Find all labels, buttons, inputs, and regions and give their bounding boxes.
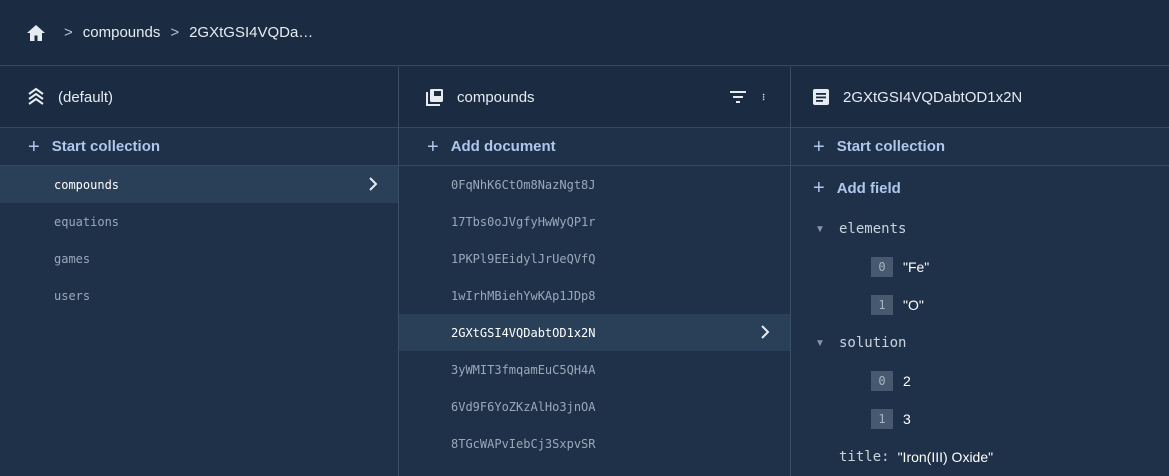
plus-icon: + — [427, 135, 439, 158]
document-id: 2GXtGSI4VQDabtOD1x2N — [451, 325, 596, 340]
collection-label: users — [54, 288, 91, 303]
database-panel-header: (default) — [0, 67, 398, 128]
database-icon — [28, 87, 44, 105]
collection-panel: compounds + Add document 0FqNhK6CtOm8Naz… — [398, 67, 790, 476]
breadcrumb-item-compounds[interactable]: compounds — [83, 24, 161, 41]
array-item[interactable]: 1 3 — [791, 400, 1169, 438]
document-id: 0FqNhK6CtOm8NazNgt8J — [451, 177, 596, 192]
field-title[interactable]: title: "Iron(III) Oxide" — [791, 438, 1169, 476]
plus-icon: + — [28, 135, 40, 158]
field-solution[interactable]: ▼ solution — [791, 324, 1169, 362]
array-item[interactable]: 0 2 — [791, 362, 1169, 400]
document-panel: 2GXtGSI4VQDabtOD1x2N + Start collection … — [790, 67, 1169, 476]
array-value: 3 — [903, 411, 911, 427]
array-index: 0 — [871, 257, 893, 277]
document-id: 17Tbs0oJVgfyHwWyQP1r — [451, 214, 596, 229]
array-index: 1 — [871, 409, 893, 429]
breadcrumb-item-document[interactable]: 2GXtGSI4VQDa… — [189, 24, 313, 41]
start-collection-label: Start collection — [836, 138, 946, 155]
plus-icon: + — [813, 135, 825, 158]
document-item-selected[interactable]: 2GXtGSI4VQDabtOD1x2N — [399, 314, 790, 351]
add-document-label: Add document — [450, 138, 556, 155]
start-collection-button[interactable]: + Start collection — [0, 128, 398, 166]
document-item[interactable]: 0FqNhK6CtOm8NazNgt8J — [399, 166, 790, 203]
array-value: "O" — [903, 297, 924, 313]
document-title: 2GXtGSI4VQDabtOD1x2N — [843, 88, 1023, 106]
database-panel: (default) + Start collection compounds e… — [0, 67, 398, 476]
add-field-button[interactable]: + Add field — [791, 166, 1169, 210]
plus-icon: + — [813, 177, 825, 199]
document-id: 6Vd9F6YoZKzAlHo3jnOA — [451, 399, 596, 414]
array-value: 2 — [903, 373, 911, 389]
collection-title: compounds — [457, 88, 535, 106]
document-id: 3yWMIT3fmqamEuC5QH4A — [451, 362, 596, 377]
more-vert-icon[interactable] — [762, 87, 770, 107]
database-title: (default) — [58, 88, 114, 106]
document-panel-header: 2GXtGSI4VQDabtOD1x2N — [791, 67, 1169, 128]
collection-icon — [426, 89, 443, 106]
field-key: elements — [839, 221, 907, 237]
collection-item-users[interactable]: users — [0, 277, 398, 314]
start-collection-label: Start collection — [51, 138, 161, 155]
document-id: 8TGcWAPvIebCj3SxpvSR — [451, 436, 596, 451]
caret-down-icon[interactable]: ▼ — [815, 338, 825, 349]
panels: (default) + Start collection compounds e… — [0, 67, 1169, 476]
add-document-button[interactable]: + Add document — [399, 128, 790, 166]
array-item[interactable]: 0 "Fe" — [791, 248, 1169, 286]
caret-down-icon[interactable]: ▼ — [815, 224, 825, 235]
collection-item-compounds[interactable]: compounds — [0, 166, 398, 203]
collection-label: compounds — [54, 177, 120, 192]
document-id: 1PKPl9EEidylJrUeQVfQ — [451, 251, 596, 266]
start-subcollection-button[interactable]: + Start collection — [791, 128, 1169, 166]
chevron-right-icon — [761, 325, 770, 339]
breadcrumb: > compounds > 2GXtGSI4VQDa… — [0, 0, 1169, 66]
collection-label: equations — [54, 214, 120, 229]
document-icon — [813, 89, 829, 105]
document-item[interactable]: 1PKPl9EEidylJrUeQVfQ — [399, 240, 790, 277]
collection-item-equations[interactable]: equations — [0, 203, 398, 240]
array-item[interactable]: 1 "O" — [791, 286, 1169, 324]
array-value: "Fe" — [903, 259, 930, 275]
array-index: 0 — [871, 371, 893, 391]
field-elements[interactable]: ▼ elements — [791, 210, 1169, 248]
collection-label: games — [54, 251, 91, 266]
home-icon[interactable] — [26, 24, 46, 42]
field-key: title: — [839, 449, 890, 465]
breadcrumb-separator: > — [64, 24, 73, 41]
breadcrumb-separator: > — [170, 24, 180, 41]
chevron-right-icon — [369, 177, 378, 191]
add-field-label: Add field — [836, 179, 901, 197]
document-item[interactable]: 3yWMIT3fmqamEuC5QH4A — [399, 351, 790, 388]
array-index: 1 — [871, 295, 893, 315]
filter-icon[interactable] — [728, 87, 748, 107]
document-item[interactable]: 1wIrhMBiehYwKAp1JDp8 — [399, 277, 790, 314]
collection-panel-header: compounds — [399, 67, 790, 128]
document-id: 1wIrhMBiehYwKAp1JDp8 — [451, 288, 596, 303]
field-value: "Iron(III) Oxide" — [897, 449, 994, 465]
collection-item-games[interactable]: games — [0, 240, 398, 277]
field-key: solution — [839, 335, 907, 351]
document-item[interactable]: 17Tbs0oJVgfyHwWyQP1r — [399, 203, 790, 240]
document-item[interactable]: 6Vd9F6YoZKzAlHo3jnOA — [399, 388, 790, 425]
document-item[interactable]: 8TGcWAPvIebCj3SxpvSR — [399, 425, 790, 462]
